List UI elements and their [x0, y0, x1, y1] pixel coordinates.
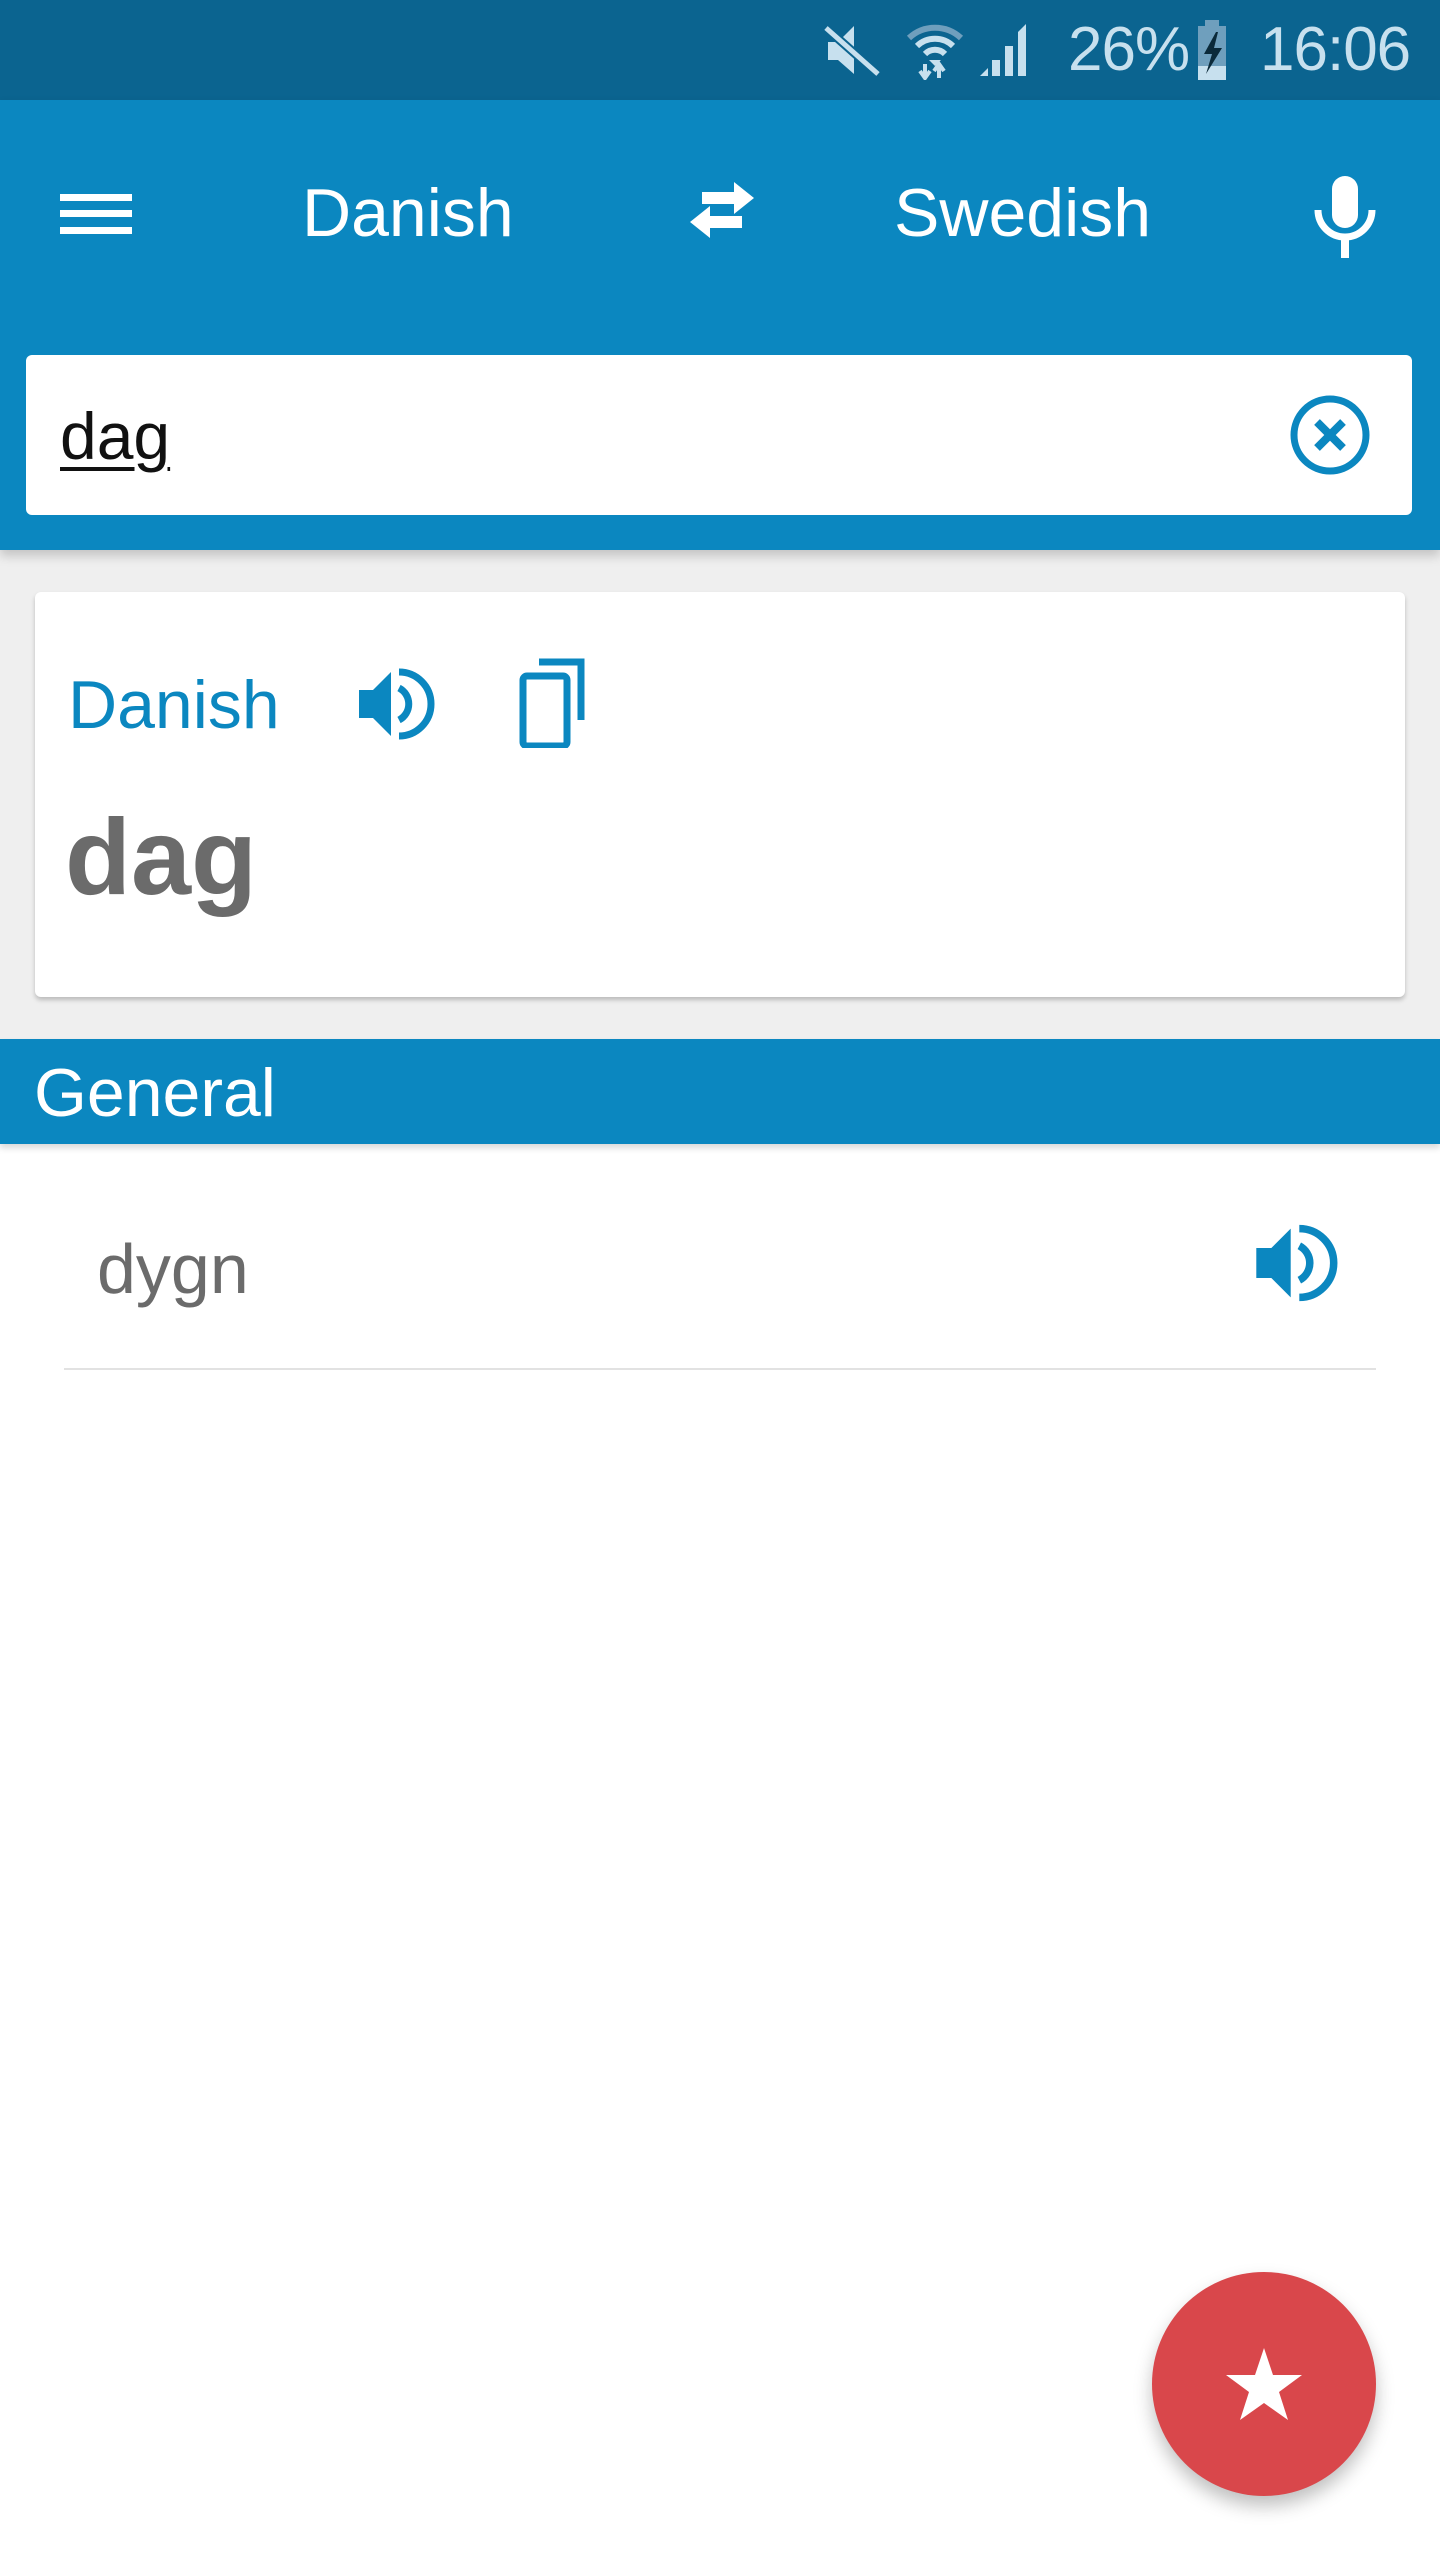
clear-icon [1288, 393, 1372, 477]
speak-translation-button[interactable] [1252, 1220, 1338, 1306]
list-item[interactable]: dygn [0, 1146, 1440, 1370]
speaker-icon [1252, 1220, 1338, 1306]
speaker-icon [355, 664, 435, 744]
mute-icon [822, 20, 884, 80]
speak-source-button[interactable] [355, 664, 435, 744]
translation-word: dygn [97, 1230, 249, 1308]
swap-languages-button[interactable] [672, 178, 772, 248]
app-bar: Danish Swedish [0, 100, 1440, 550]
star-icon [1224, 2344, 1304, 2424]
target-language-selector[interactable]: Swedish [894, 170, 1151, 256]
wifi-icon [905, 20, 965, 80]
menu-icon [40, 170, 140, 256]
section-header: General [0, 1039, 1440, 1144]
voice-input-button[interactable] [1300, 170, 1390, 270]
battery-percent: 26% [1068, 15, 1190, 84]
status-bar: 26% 16:06 [0, 0, 1440, 100]
source-language-selector[interactable]: Danish [302, 170, 514, 256]
copy-button[interactable] [517, 658, 597, 748]
search-box [26, 355, 1412, 515]
menu-button[interactable] [40, 170, 140, 256]
battery-charging-icon [1196, 20, 1228, 80]
divider [64, 1368, 1376, 1370]
search-input[interactable] [60, 391, 1260, 481]
favorites-fab[interactable] [1152, 2272, 1376, 2496]
section-title: General [34, 1055, 276, 1131]
source-word: dag [65, 796, 258, 917]
swap-icon [672, 178, 772, 248]
copy-icon [517, 658, 597, 748]
clock: 16:06 [1260, 15, 1411, 84]
source-word-card: Danish dag [35, 592, 1405, 997]
clear-search-button[interactable] [1288, 393, 1372, 477]
signal-icon [978, 20, 1030, 80]
card-language-label: Danish [68, 667, 280, 743]
mic-icon [1300, 170, 1390, 270]
